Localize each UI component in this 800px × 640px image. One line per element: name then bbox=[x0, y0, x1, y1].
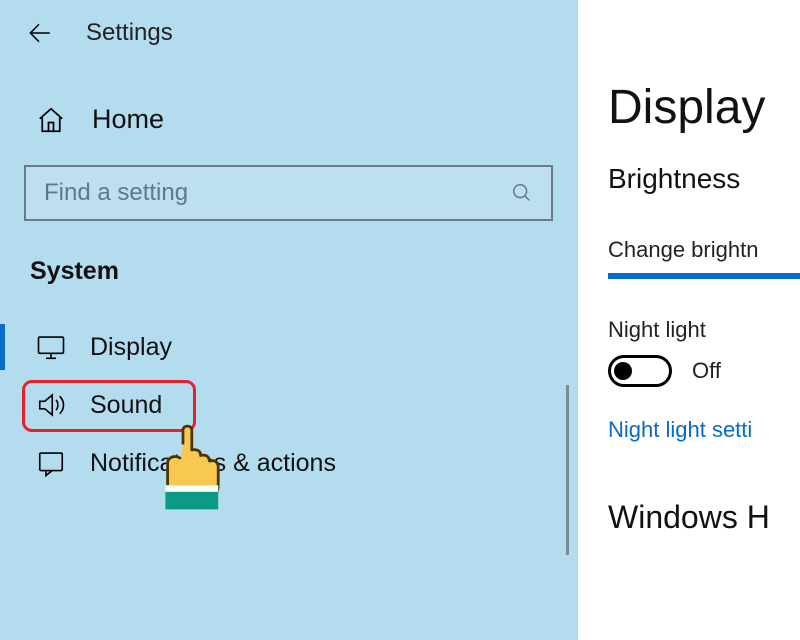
brightness-heading: Brightness bbox=[608, 163, 800, 195]
night-light-label: Night light bbox=[608, 317, 800, 343]
app-title: Settings bbox=[86, 19, 173, 47]
search-input[interactable] bbox=[44, 179, 460, 207]
titlebar: Settings bbox=[0, 10, 577, 48]
home-icon bbox=[36, 105, 66, 135]
second-section-heading: Windows H bbox=[608, 499, 800, 536]
brightness-text: Change brightn bbox=[608, 237, 800, 263]
main-panel: Display Brightness Change brightn Night … bbox=[578, 0, 800, 640]
sidebar-item-notifications[interactable]: Notifications & actions bbox=[0, 434, 577, 492]
night-light-toggle[interactable] bbox=[608, 355, 672, 387]
home-label: Home bbox=[92, 104, 164, 135]
sidebar-item-sound[interactable]: Sound bbox=[0, 376, 577, 434]
toggle-state-label: Off bbox=[692, 358, 721, 384]
scrollbar[interactable] bbox=[566, 385, 569, 555]
nav-label: Display bbox=[90, 333, 172, 362]
back-button[interactable] bbox=[24, 18, 54, 48]
night-light-settings-link[interactable]: Night light setti bbox=[608, 417, 800, 443]
search-box[interactable] bbox=[24, 165, 553, 221]
brightness-slider[interactable] bbox=[608, 273, 800, 279]
display-icon bbox=[36, 332, 66, 362]
section-heading: System bbox=[30, 257, 577, 286]
arrow-left-icon bbox=[26, 20, 52, 46]
page-title: Display bbox=[608, 80, 800, 135]
toggle-knob bbox=[614, 362, 632, 380]
search-icon bbox=[511, 182, 533, 204]
sidebar-item-display[interactable]: Display bbox=[0, 318, 577, 376]
settings-sidebar: Settings Home System Display Sound bbox=[0, 0, 578, 640]
notifications-icon bbox=[36, 448, 66, 478]
sidebar-home[interactable]: Home bbox=[36, 104, 577, 135]
nav-label: Notifications & actions bbox=[90, 449, 336, 478]
nav-list: Display Sound Notifications & actions bbox=[0, 318, 577, 492]
sound-icon bbox=[36, 390, 66, 420]
nav-label: Sound bbox=[90, 391, 162, 420]
